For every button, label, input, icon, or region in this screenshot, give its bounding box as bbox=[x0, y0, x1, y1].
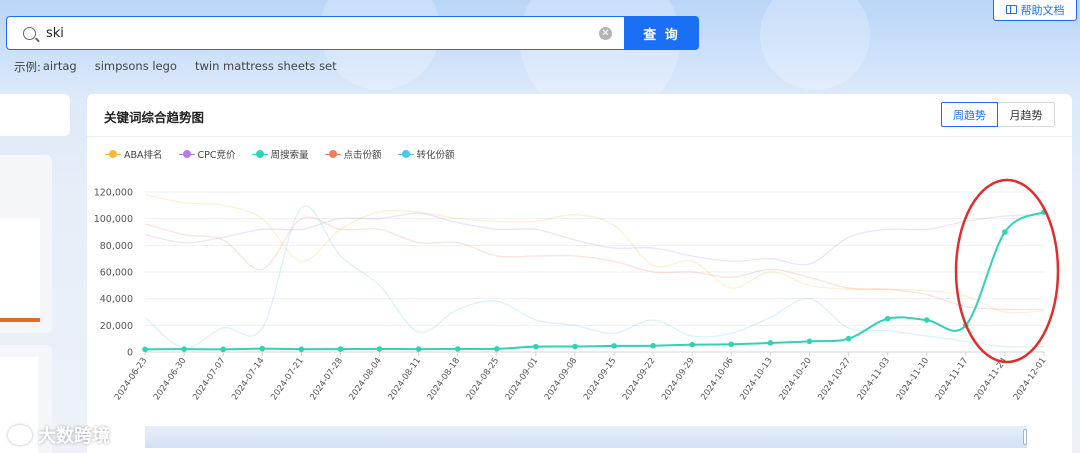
search-icon bbox=[23, 26, 36, 40]
data-point bbox=[415, 346, 422, 352]
data-point bbox=[337, 346, 344, 352]
watermark: 大数跨境 bbox=[8, 422, 110, 448]
data-point bbox=[884, 315, 891, 322]
clear-icon[interactable]: ✕ bbox=[599, 26, 612, 40]
x-tick-label: 2024-06-30 bbox=[152, 356, 189, 402]
x-tick-label: 2024-09-08 bbox=[543, 356, 580, 402]
data-point bbox=[142, 346, 148, 353]
search-box[interactable]: ✕ bbox=[6, 16, 626, 50]
example-keyword-link[interactable]: simpsons lego bbox=[95, 59, 177, 75]
help-docs-button[interactable]: 帮助文档 bbox=[993, 0, 1077, 21]
data-point bbox=[650, 342, 656, 349]
data-point bbox=[533, 343, 539, 350]
data-point bbox=[767, 340, 774, 346]
data-point bbox=[845, 335, 852, 342]
y-tick-label: 40,000 bbox=[100, 294, 133, 305]
series-line bbox=[144, 205, 1045, 349]
data-point bbox=[259, 345, 266, 352]
data-point bbox=[181, 346, 187, 352]
x-tick-label: 2024-12-01 bbox=[1012, 356, 1049, 402]
data-point bbox=[689, 341, 696, 348]
x-tick-label: 2024-07-14 bbox=[230, 356, 267, 402]
logo-icon bbox=[8, 425, 32, 445]
y-tick-label: 20,000 bbox=[100, 321, 133, 332]
trend-chart-card: 关键词综合趋势图 周趋势 月趋势 ABA排名 CPC竞价 周搜索量 点击份额 转化份额 … bbox=[87, 94, 1072, 453]
search-input[interactable] bbox=[46, 25, 599, 41]
data-point bbox=[572, 343, 578, 350]
help-docs-label: 帮助文档 bbox=[1020, 3, 1065, 17]
x-tick-label: 2024-09-22 bbox=[621, 356, 658, 402]
highlight-ellipse bbox=[954, 178, 1060, 364]
y-tick-label: 120,000 bbox=[94, 188, 133, 199]
data-point bbox=[923, 317, 930, 323]
data-point bbox=[298, 346, 305, 352]
x-tick-label: 2024-10-27 bbox=[816, 356, 853, 402]
y-tick-label: 80,000 bbox=[100, 241, 133, 252]
data-point bbox=[1002, 229, 1008, 235]
x-tick-label: 2024-09-01 bbox=[504, 356, 541, 402]
search-button[interactable]: 查 询 bbox=[624, 16, 699, 50]
x-tick-label: 2024-08-25 bbox=[465, 356, 502, 402]
x-tick-label: 2024-11-10 bbox=[895, 356, 932, 402]
x-tick-label: 2024-07-21 bbox=[269, 356, 306, 402]
y-tick-label: 60,000 bbox=[100, 268, 133, 279]
x-tick-label: 2024-09-15 bbox=[582, 356, 619, 402]
zoom-slider-handle[interactable] bbox=[1023, 429, 1027, 445]
x-tick-label: 2024-11-03 bbox=[856, 356, 893, 402]
x-tick-label: 2024-11-17 bbox=[934, 356, 971, 402]
example-keyword-link[interactable]: twin mattress sheets set bbox=[195, 59, 337, 75]
x-tick-label: 2024-08-18 bbox=[426, 356, 463, 402]
left-panel-content bbox=[0, 218, 40, 322]
left-panel-accent-bar bbox=[0, 318, 40, 322]
example-keywords: 示例: airtag simpsons lego twin mattress s… bbox=[14, 59, 355, 75]
x-tick-label: 2024-09-29 bbox=[660, 356, 697, 402]
left-panel-header bbox=[0, 94, 70, 136]
y-tick-label: 0 bbox=[127, 348, 133, 359]
data-point bbox=[728, 341, 735, 348]
x-tick-label: 2024-06-23 bbox=[113, 356, 150, 402]
data-point bbox=[220, 346, 226, 353]
series-line bbox=[144, 211, 1045, 351]
example-keyword-link[interactable]: airtag bbox=[43, 59, 77, 75]
data-point bbox=[611, 343, 617, 349]
x-tick-label: 2024-07-28 bbox=[308, 356, 345, 402]
x-tick-label: 2024-08-04 bbox=[347, 356, 384, 402]
watermark-text: 大数跨境 bbox=[38, 426, 110, 447]
examples-label: 示例: bbox=[14, 60, 41, 74]
book-icon bbox=[1005, 5, 1017, 14]
trend-chart: 0 20,000 40,000 60,000 80,000 100,000 120,000 2… bbox=[94, 178, 1060, 402]
y-tick-label: 100,000 bbox=[94, 214, 133, 225]
x-tick-label: 2024-10-20 bbox=[777, 356, 814, 402]
data-point bbox=[376, 346, 383, 352]
data-point bbox=[806, 338, 813, 345]
data-point bbox=[493, 346, 500, 352]
x-tick-label: 2024-07-07 bbox=[191, 356, 228, 402]
background-decoration bbox=[760, 0, 870, 90]
zoom-slider-track[interactable] bbox=[145, 426, 1027, 448]
data-point bbox=[454, 346, 461, 352]
x-tick-label: 2024-10-13 bbox=[738, 356, 775, 402]
series-line bbox=[144, 194, 1045, 314]
series-line bbox=[144, 216, 1045, 311]
x-tick-label: 2024-08-11 bbox=[387, 356, 424, 402]
x-tick-label: 2024-10-06 bbox=[699, 356, 736, 402]
